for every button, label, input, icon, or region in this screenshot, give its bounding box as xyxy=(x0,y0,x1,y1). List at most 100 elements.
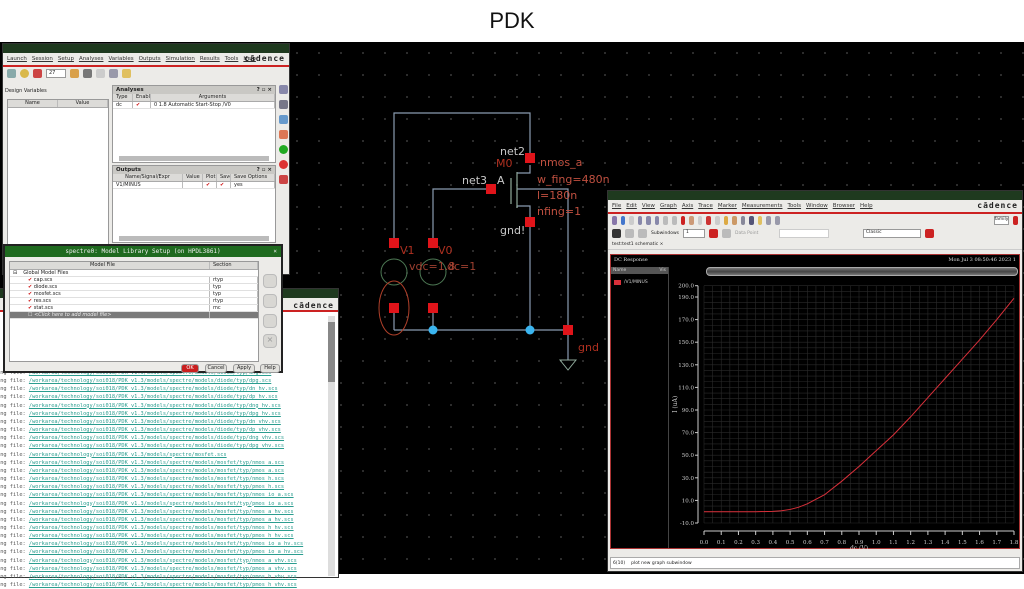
help-button[interactable]: Help xyxy=(260,364,280,373)
marker-icon[interactable] xyxy=(721,229,731,238)
wave-title-bar[interactable] xyxy=(608,191,1022,200)
dropdown-icon[interactable] xyxy=(708,229,718,238)
analysis-row[interactable]: dc ✔ 0 1.8 Automatic Start-Stop /V0 xyxy=(113,102,275,109)
menu-graph[interactable]: Graph xyxy=(660,203,677,209)
menu-marker[interactable]: Marker xyxy=(718,203,737,209)
edit-icon[interactable] xyxy=(109,69,118,78)
zoom-out-icon[interactable] xyxy=(646,216,651,225)
family-select[interactable]: family xyxy=(993,216,1010,225)
open-icon[interactable] xyxy=(757,216,763,225)
menu-variables[interactable]: Variables xyxy=(108,56,133,62)
pen-icon[interactable] xyxy=(612,229,621,238)
zoom-in-icon[interactable] xyxy=(654,216,660,225)
new-subwindow-icon[interactable] xyxy=(766,216,771,225)
menu-measurements[interactable]: Measurements xyxy=(742,203,783,209)
subwindows-field[interactable]: 1 xyxy=(682,229,705,238)
log-file-link[interactable]: /workarea/technology/soi018/PDK_v1.3/mod… xyxy=(29,394,278,400)
log-file-link[interactable]: /workarea/technology/soi018/PDK_v1.3/mod… xyxy=(29,460,284,466)
model-section[interactable]: typ xyxy=(210,291,258,297)
save-checkbox[interactable]: ✔ xyxy=(217,182,231,188)
table-icon[interactable] xyxy=(278,100,288,109)
menu-setup[interactable]: Setup xyxy=(58,56,74,62)
menu-axis[interactable]: Axis xyxy=(682,203,693,209)
model-file-row[interactable]: ✔ res.scs rtyp xyxy=(10,298,258,305)
log-file-link[interactable]: /workarea/technology/soi018/PDK_v1.3/mod… xyxy=(29,386,278,392)
log-file-link[interactable]: /workarea/technology/soi018/PDK_v1.3/mod… xyxy=(29,411,281,417)
vertical-scrollbar[interactable] xyxy=(328,316,335,576)
menu-results[interactable]: Results xyxy=(200,56,220,62)
log-file-link[interactable]: /workarea/technology/soi018/PDK_v1.3/mod… xyxy=(29,403,281,409)
scissors-icon[interactable] xyxy=(83,69,92,78)
menu-window[interactable]: Window xyxy=(806,203,828,209)
close-icon[interactable]: × xyxy=(273,246,277,257)
add-model-row[interactable]: ☐ <Click here to add model file> xyxy=(10,312,258,319)
value-field[interactable] xyxy=(778,229,829,238)
new-window-icon[interactable] xyxy=(774,216,780,225)
folder-icon[interactable] xyxy=(122,69,131,78)
stop-icon[interactable] xyxy=(278,160,288,169)
setup-icon[interactable] xyxy=(278,85,288,94)
model-section[interactable]: mc xyxy=(210,305,258,311)
log-file-link[interactable]: /workarea/technology/soi018/PDK_v1.3/mod… xyxy=(29,427,281,433)
move-down-button[interactable] xyxy=(263,294,277,308)
model-enable-checkbox[interactable]: ✔ xyxy=(28,284,32,290)
delete-button[interactable]: × xyxy=(263,334,277,348)
menu-edit[interactable]: Edit xyxy=(626,203,637,209)
delete-icon[interactable] xyxy=(278,130,288,139)
model-file-row[interactable]: ✔ diode.scs typ xyxy=(10,284,258,291)
graph-area[interactable]: DC Response Mon Jul 3 08:50:46 2023 1 Nam… xyxy=(610,254,1020,549)
model-section[interactable]: typ xyxy=(210,284,258,290)
log-file-link[interactable]: /workarea/technology/soi018/PDK_v1.3/mod… xyxy=(29,541,303,547)
cut-icon[interactable] xyxy=(706,216,711,225)
save-state-icon[interactable] xyxy=(7,69,16,78)
log-file-link[interactable]: /workarea/technology/soi018/PDK_v1.3/mod… xyxy=(29,549,303,555)
stack-icon[interactable] xyxy=(638,229,647,238)
model-file-row[interactable]: ✔ mosfet.scs typ xyxy=(10,291,258,298)
log-file-link[interactable]: /workarea/technology/soi018/PDK_v1.3/mod… xyxy=(29,443,284,449)
plot-checkbox[interactable]: ✔ xyxy=(203,182,217,188)
menu-trace[interactable]: Trace xyxy=(698,203,713,209)
strip-icon[interactable] xyxy=(612,216,617,225)
log-file-link[interactable]: /workarea/technology/soi018/PDK_v1.3/mod… xyxy=(29,501,294,507)
zoom-x-icon[interactable] xyxy=(637,216,643,225)
save-icon[interactable] xyxy=(749,216,754,225)
log-file-link[interactable]: /workarea/technology/soi018/PDK_v1.3/mod… xyxy=(29,574,297,580)
dropdown-icon[interactable] xyxy=(924,229,934,238)
redo-icon[interactable] xyxy=(714,216,720,225)
undo-icon[interactable] xyxy=(723,216,729,225)
log-file-link[interactable]: /workarea/technology/soi018/PDK_v1.3/mod… xyxy=(29,484,284,490)
run-icon[interactable] xyxy=(278,145,288,154)
delete-icon[interactable] xyxy=(680,216,686,225)
load-state-icon[interactable] xyxy=(20,69,29,78)
sweep-icon[interactable] xyxy=(278,115,288,124)
log-file-link[interactable]: /workarea/technology/soi018/PDK_v1.3/mod… xyxy=(29,378,271,384)
log-file-link[interactable]: /workarea/technology/soi018/PDK_v1.3/mod… xyxy=(29,435,284,441)
temperature-field[interactable]: 27 xyxy=(46,69,66,78)
panel-controls[interactable]: ? ▫ × xyxy=(257,167,272,173)
menu-tools[interactable]: Tools xyxy=(787,203,801,209)
fit-icon[interactable] xyxy=(620,216,626,225)
horizontal-scrollbar[interactable] xyxy=(119,156,269,161)
cancel-button[interactable]: Cancel xyxy=(205,364,227,373)
log-file-link[interactable]: /workarea/technology/soi018/PDK_v1.3/mod… xyxy=(29,476,284,482)
log-file-link[interactable]: /workarea/technology/soi018/PDK_v1.3/mod… xyxy=(29,582,297,588)
plot-outputs-icon[interactable] xyxy=(278,175,288,184)
style-select[interactable]: Classic xyxy=(862,229,921,238)
menu-help[interactable]: Help xyxy=(860,203,873,209)
menu-simulation[interactable]: Simulation xyxy=(166,56,195,62)
apply-button[interactable]: Apply xyxy=(233,364,255,373)
model-enable-checkbox[interactable]: ✔ xyxy=(28,305,32,311)
model-section[interactable]: rtyp xyxy=(210,277,258,283)
dropdown-icon[interactable] xyxy=(1013,216,1019,225)
model-section[interactable]: rtyp xyxy=(210,298,258,304)
move-up-button[interactable] xyxy=(263,274,277,288)
print-icon[interactable] xyxy=(740,216,746,225)
dialog-title-bar[interactable]: spectre0: Model Library Setup (on HPDL38… xyxy=(5,246,281,257)
edit-button[interactable] xyxy=(263,314,277,328)
log-file-link[interactable]: /workarea/technology/soi018/PDK_v1.3/mod… xyxy=(29,517,294,523)
enable-checkbox[interactable]: ✔ xyxy=(133,102,151,108)
model-enable-checkbox[interactable]: ✔ xyxy=(28,291,32,297)
zoom-y-icon[interactable] xyxy=(629,216,634,225)
netlist-icon[interactable] xyxy=(70,69,79,78)
log-file-link[interactable]: /workarea/technology/soi018/PDK_v1.3/mod… xyxy=(29,525,294,531)
